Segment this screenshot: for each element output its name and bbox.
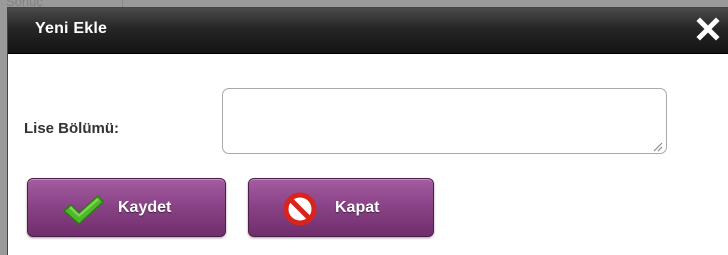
close-button-label: Kapat <box>335 199 380 216</box>
resize-grip-icon[interactable] <box>651 140 663 152</box>
dialog-title: Yeni Ekle <box>35 20 108 37</box>
prohibited-icon <box>284 192 317 226</box>
close-icon <box>696 17 720 41</box>
save-button[interactable]: Kaydet <box>27 178 226 237</box>
add-new-dialog: Yeni Ekle Lise Bölümü: Kaydet Kapat <box>8 8 728 255</box>
save-button-label: Kaydet <box>118 199 172 216</box>
lise-bolumu-input[interactable] <box>222 88 667 154</box>
check-icon <box>63 195 104 225</box>
form-row-lise-bolumu: Lise Bölümü: <box>8 88 728 158</box>
field-label: Lise Bölümü: <box>24 120 120 137</box>
close-button[interactable]: Kapat <box>248 178 434 237</box>
dialog-titlebar[interactable]: Yeni Ekle <box>8 8 728 54</box>
background-divider <box>122 0 123 8</box>
close-dialog-button[interactable] <box>694 15 722 43</box>
